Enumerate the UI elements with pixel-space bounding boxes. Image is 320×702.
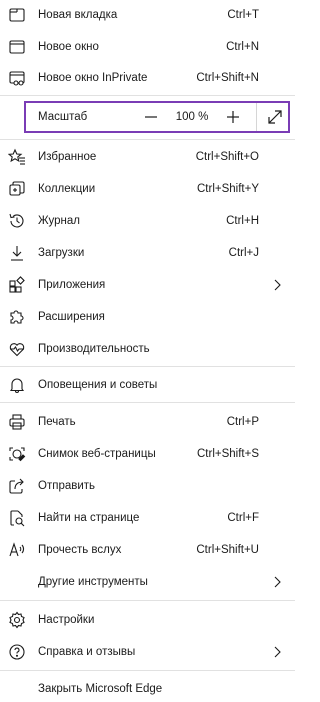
menu-item-shortcut: Ctrl+Shift+U xyxy=(196,544,259,556)
menu-item-shortcut: Ctrl+Shift+O xyxy=(195,151,259,163)
menu-item-read-aloud[interactable]: Прочесть вслух Ctrl+Shift+U xyxy=(0,535,295,565)
menu-item-label: Настройки xyxy=(38,614,95,626)
menu-item-label: Печать xyxy=(38,416,76,428)
menu-item-new-tab[interactable]: Новая вкладка Ctrl+T xyxy=(0,0,295,30)
menu-item-label: Закрыть Microsoft Edge xyxy=(38,683,163,695)
fullscreen-icon xyxy=(268,110,282,124)
menu-divider xyxy=(0,366,295,367)
menu-item-apps[interactable]: Приложения xyxy=(0,270,295,300)
zoom-level: 100 % xyxy=(175,111,209,123)
menu-item-shortcut: Ctrl+Shift+N xyxy=(196,72,259,84)
star-list-icon xyxy=(8,148,26,166)
menu-item-share[interactable]: Отправить xyxy=(0,471,295,501)
menu-item-new-window[interactable]: Новое окно Ctrl+N xyxy=(0,32,295,62)
menu-item-new-inprivate[interactable]: Новое окно InPrivate Ctrl+Shift+N xyxy=(0,63,295,93)
menu-item-label: Отправить xyxy=(38,480,96,492)
menu-divider xyxy=(0,402,295,403)
chevron-right-icon xyxy=(274,279,281,291)
menu-item-label: Найти на странице xyxy=(38,512,140,524)
menu-item-find[interactable]: Найти на странице Ctrl+F xyxy=(0,503,295,533)
menu-divider xyxy=(0,95,295,96)
menu-divider xyxy=(0,670,295,671)
menu-item-shortcut: Ctrl+T xyxy=(227,9,259,21)
menu-item-label: Новая вкладка xyxy=(38,9,118,21)
menu-item-shortcut: Ctrl+Shift+Y xyxy=(197,183,259,195)
menu-item-label: Журнал xyxy=(38,215,80,227)
menu-item-label: Загрузки xyxy=(38,247,85,259)
find-on-page-icon xyxy=(8,509,26,527)
menu-item-label: Справка и отзывы xyxy=(38,646,136,658)
gear-icon xyxy=(8,611,26,629)
help-icon xyxy=(8,643,26,661)
menu-item-label: Коллекции xyxy=(38,183,96,195)
menu-item-shortcut: Ctrl+N xyxy=(226,41,259,53)
heart-pulse-icon xyxy=(8,340,26,358)
menu-divider xyxy=(0,600,295,601)
menu-item-settings[interactable]: Настройки xyxy=(0,605,295,635)
puzzle-icon xyxy=(8,308,26,326)
web-capture-icon xyxy=(8,445,26,463)
chevron-right-icon xyxy=(274,576,281,588)
bell-icon xyxy=(8,376,26,394)
menu-item-label: Оповещения и советы xyxy=(38,379,158,391)
menu-item-label: Другие инструменты xyxy=(38,576,148,588)
fullscreen-button[interactable] xyxy=(264,107,286,127)
browser-settings-menu: Новая вкладка Ctrl+T Новое окно Ctrl+N Н… xyxy=(0,0,295,702)
plus-icon xyxy=(227,111,239,123)
menu-item-alerts[interactable]: Оповещения и советы xyxy=(0,370,295,400)
menu-item-label: Расширения xyxy=(38,311,105,323)
zoom-separator xyxy=(256,103,257,131)
menu-item-history[interactable]: Журнал Ctrl+H xyxy=(0,206,295,236)
menu-item-web-capture[interactable]: Снимок веб-страницы Ctrl+Shift+S xyxy=(0,439,295,469)
printer-icon xyxy=(8,413,26,431)
menu-item-extensions[interactable]: Расширения xyxy=(0,302,295,332)
zoom-control: Масштаб 100 % xyxy=(24,101,290,133)
zoom-label: Масштаб xyxy=(38,111,88,123)
menu-item-close-edge[interactable]: Закрыть Microsoft Edge xyxy=(0,674,295,702)
download-icon xyxy=(8,244,26,262)
zoom-in-button[interactable] xyxy=(222,107,244,127)
new-tab-icon xyxy=(8,6,26,24)
menu-item-help[interactable]: Справка и отзывы xyxy=(0,637,295,667)
share-icon xyxy=(8,477,26,495)
menu-item-shortcut: Ctrl+P xyxy=(226,416,259,428)
minus-icon xyxy=(145,116,157,118)
read-aloud-icon xyxy=(8,541,26,559)
menu-item-downloads[interactable]: Загрузки Ctrl+J xyxy=(0,238,295,268)
menu-item-label: Приложения xyxy=(38,279,106,291)
menu-item-label: Прочесть вслух xyxy=(38,544,122,556)
apps-icon xyxy=(8,276,26,294)
menu-item-label: Снимок веб-страницы xyxy=(38,448,156,460)
new-window-icon xyxy=(8,38,26,56)
zoom-out-button[interactable] xyxy=(140,107,162,127)
menu-item-label: Производительность xyxy=(38,343,150,355)
menu-item-label: Новое окно InPrivate xyxy=(38,72,148,84)
history-icon xyxy=(8,212,26,230)
menu-item-shortcut: Ctrl+J xyxy=(228,247,259,259)
menu-item-shortcut: Ctrl+H xyxy=(226,215,259,227)
menu-item-collections[interactable]: Коллекции Ctrl+Shift+Y xyxy=(0,174,295,204)
collections-icon xyxy=(8,180,26,198)
menu-item-label: Избранное xyxy=(38,151,97,163)
inprivate-window-icon xyxy=(8,69,26,87)
menu-item-shortcut: Ctrl+F xyxy=(227,512,259,524)
chevron-right-icon xyxy=(274,646,281,658)
menu-item-shortcut: Ctrl+Shift+S xyxy=(197,448,259,460)
menu-item-label: Новое окно xyxy=(38,41,99,53)
menu-item-more-tools[interactable]: Другие инструменты xyxy=(0,567,295,597)
menu-item-performance[interactable]: Производительность xyxy=(0,334,295,364)
menu-divider xyxy=(0,139,295,140)
menu-item-favorites[interactable]: Избранное Ctrl+Shift+O xyxy=(0,142,295,172)
menu-item-print[interactable]: Печать Ctrl+P xyxy=(0,407,295,437)
